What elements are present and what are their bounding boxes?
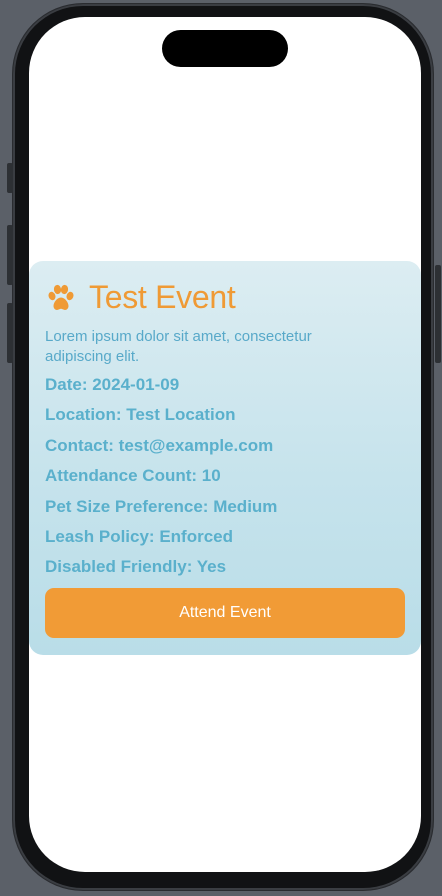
attend-event-button[interactable]: Attend Event — [45, 588, 405, 638]
event-disabled-friendly: Disabled Friendly: Yes — [45, 557, 227, 576]
volume-up-button — [7, 225, 13, 285]
event-contact: Contact: test@example.com — [45, 436, 274, 455]
event-description: Lorem ipsum dolor sit amet, consectetur … — [45, 328, 312, 365]
screen: Test Event Lorem ipsum dolor sit amet, c… — [29, 17, 421, 872]
dynamic-island — [162, 30, 288, 67]
event-attendance-count: Attendance Count: 10 — [45, 466, 221, 485]
mute-switch — [7, 163, 13, 193]
event-card: Test Event Lorem ipsum dolor sit amet, c… — [29, 261, 421, 655]
event-header: Test Event — [45, 279, 236, 316]
volume-down-button — [7, 303, 13, 363]
event-title: Test Event — [89, 279, 236, 315]
event-pet-size-preference: Pet Size Preference: Medium — [45, 497, 278, 516]
power-button — [435, 265, 441, 363]
event-location: Location: Test Location — [45, 405, 236, 424]
event-date: Date: 2024-01-09 — [45, 375, 180, 394]
event-leash-policy: Leash Policy: Enforced — [45, 527, 233, 546]
paw-icon — [48, 284, 74, 310]
